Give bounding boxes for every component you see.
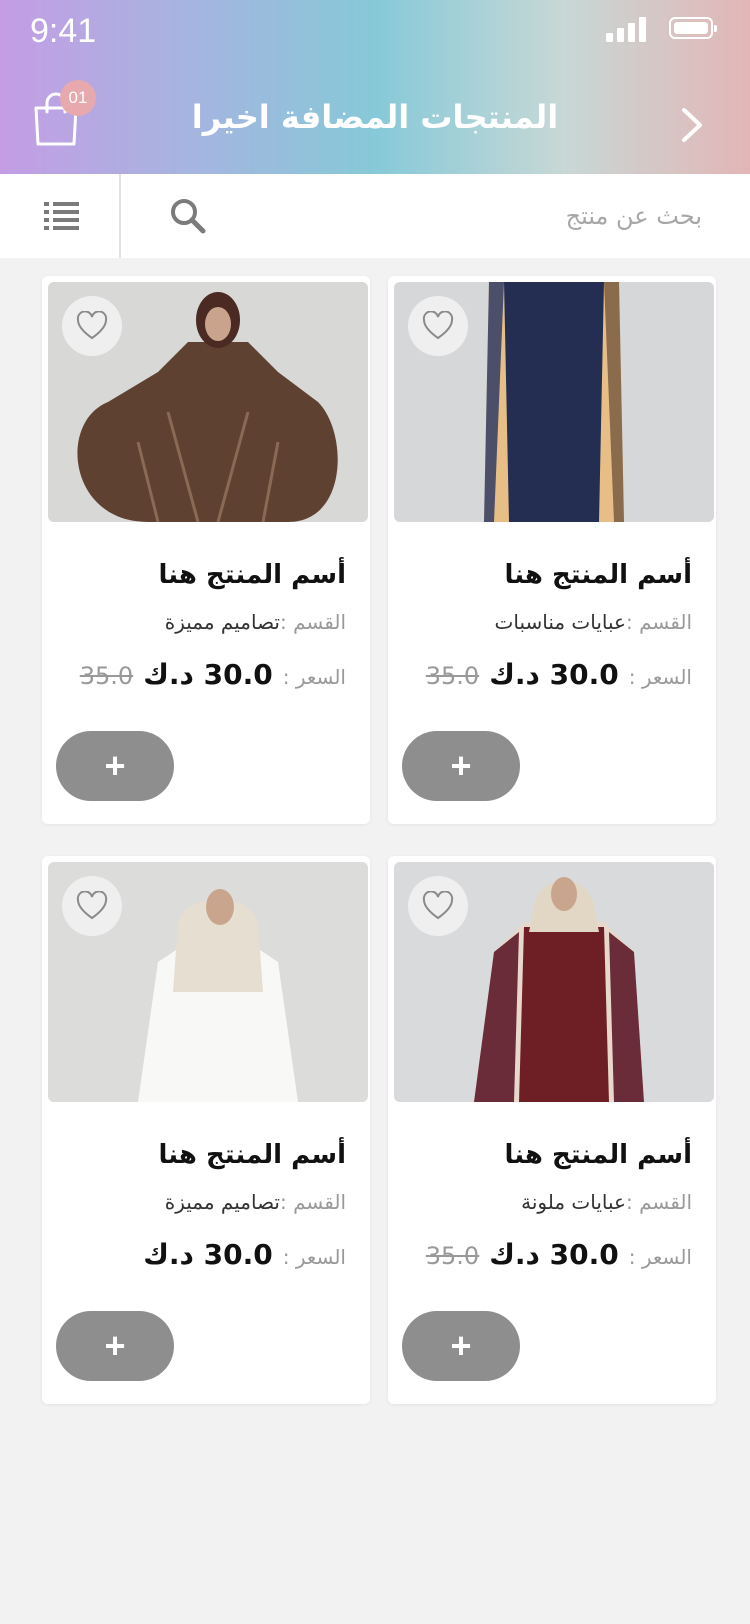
- category-value: عبايات ملونة: [521, 1190, 626, 1214]
- cart-count-badge: 01: [60, 80, 96, 116]
- product-image[interactable]: [394, 282, 714, 522]
- price-value: 30.0 د.ك: [143, 1238, 273, 1271]
- heart-icon: [422, 891, 454, 920]
- category-label: القسم :: [279, 1190, 346, 1214]
- search-bar: [0, 174, 750, 258]
- category-row: القسم :عبايات ملونة: [521, 1190, 692, 1214]
- price-value: 30.0 د.ك: [489, 658, 619, 691]
- price-row: السعر : 30.0 د.ك: [133, 1238, 346, 1271]
- search-icon[interactable]: [168, 196, 208, 236]
- signal-icon: [606, 16, 648, 42]
- heart-icon: [76, 311, 108, 340]
- category-row: القسم :عبايات مناسبات: [495, 610, 692, 634]
- old-price: 35.0: [425, 662, 480, 690]
- price-value: 30.0 د.ك: [143, 658, 273, 691]
- chevron-right-icon: [682, 108, 702, 142]
- add-to-cart-button[interactable]: +: [56, 731, 174, 801]
- product-name: أسم المنتج هنا: [158, 1140, 346, 1170]
- search-input[interactable]: [230, 190, 702, 242]
- product-card[interactable]: أسم المنتج هنا القسم :عبايات ملونة السعر…: [388, 856, 716, 1404]
- category-value: تصاميم مميزة: [164, 1190, 280, 1214]
- list-view-button[interactable]: [0, 174, 121, 258]
- page-title: المنتجات المضافة اخيرا: [191, 98, 559, 136]
- price-row: السعر : 30.0 د.ك 35.0: [80, 658, 346, 691]
- category-label: القسم :: [625, 610, 692, 634]
- category-label: القسم :: [279, 610, 346, 634]
- battery-icon: [669, 17, 717, 39]
- category-label: القسم :: [625, 1190, 692, 1214]
- category-row: القسم :تصاميم مميزة: [165, 1190, 346, 1214]
- old-price: 35.0: [79, 662, 134, 690]
- category-row: القسم :تصاميم مميزة: [165, 610, 346, 634]
- price-label: السعر :: [282, 665, 346, 689]
- price-row: السعر : 30.0 د.ك 35.0: [426, 1238, 692, 1271]
- price-row: السعر : 30.0 د.ك 35.0: [426, 658, 692, 691]
- price-value: 30.0 د.ك: [489, 1238, 619, 1271]
- product-name: أسم المنتج هنا: [504, 560, 692, 590]
- favorite-button[interactable]: [62, 876, 122, 936]
- price-label: السعر :: [628, 665, 692, 689]
- price-label: السعر :: [282, 1245, 346, 1269]
- product-name: أسم المنتج هنا: [158, 560, 346, 590]
- product-card[interactable]: أسم المنتج هنا القسم :تصاميم مميزة السعر…: [42, 856, 370, 1404]
- product-image[interactable]: [394, 862, 714, 1102]
- price-label: السعر :: [628, 1245, 692, 1269]
- status-time: 9:41: [30, 12, 97, 50]
- category-value: تصاميم مميزة: [164, 610, 280, 634]
- favorite-button[interactable]: [408, 296, 468, 356]
- back-button[interactable]: [676, 104, 706, 146]
- add-to-cart-button[interactable]: +: [402, 731, 520, 801]
- category-value: عبايات مناسبات: [494, 610, 626, 634]
- favorite-button[interactable]: [408, 876, 468, 936]
- product-name: أسم المنتج هنا: [504, 1140, 692, 1170]
- list-view-icon: [44, 202, 79, 230]
- old-price: 35.0: [425, 1242, 480, 1270]
- add-to-cart-button[interactable]: +: [402, 1311, 520, 1381]
- heart-icon: [422, 311, 454, 340]
- product-image[interactable]: [48, 862, 368, 1102]
- product-card[interactable]: أسم المنتج هنا القسم :تصاميم مميزة السعر…: [42, 276, 370, 824]
- product-image[interactable]: [48, 282, 368, 522]
- heart-icon: [76, 891, 108, 920]
- favorite-button[interactable]: [62, 296, 122, 356]
- product-card[interactable]: أسم المنتج هنا القسم :عبايات مناسبات الس…: [388, 276, 716, 824]
- add-to-cart-button[interactable]: +: [56, 1311, 174, 1381]
- app-header: 9:41 01 المنتجات المضافة اخيرا: [0, 0, 750, 174]
